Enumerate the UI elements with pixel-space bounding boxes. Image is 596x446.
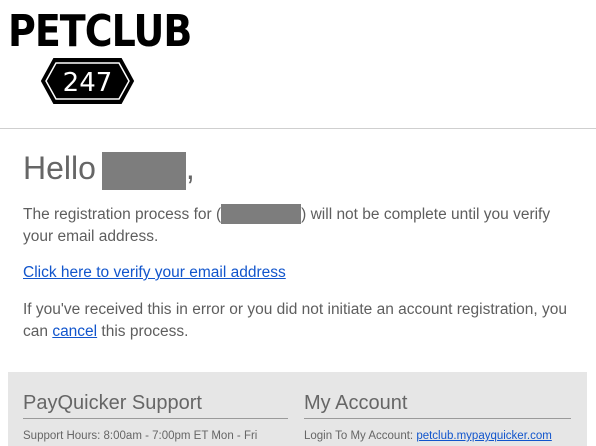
error-message: If you've received this in error or you … <box>23 299 583 343</box>
account-section: My Account Login To My Account: petclub.… <box>304 390 571 442</box>
logo-wordmark: PETCLUB <box>8 5 192 57</box>
login-link[interactable]: petclub.mypayquicker.com <box>416 430 552 442</box>
footer: PayQuicker Support Support Hours: 8:00am… <box>8 372 587 446</box>
petclub-logo: PETCLUB 247 <box>8 8 192 108</box>
greeting: Hello, <box>23 148 195 190</box>
verify-email-link[interactable]: Click here to verify your email address <box>23 262 286 284</box>
support-section: PayQuicker Support Support Hours: 8:00am… <box>23 390 288 442</box>
redacted-account <box>221 204 302 224</box>
logo-badge: 247 <box>40 58 135 104</box>
error-message-end: this process. <box>97 323 189 340</box>
greeting-hello: Hello <box>23 150 96 186</box>
login-label: Login To My Account: <box>304 430 417 442</box>
registration-message-start: The registration process for ( <box>23 206 222 223</box>
logo-badge-text: 247 <box>63 68 113 98</box>
account-login-line: Login To My Account: petclub.mypayquicke… <box>304 430 571 442</box>
registration-message: The registration process for () will not… <box>23 204 583 248</box>
cancel-link[interactable]: cancel <box>52 323 97 340</box>
account-heading: My Account <box>304 390 571 419</box>
support-hours: Support Hours: 8:00am - 7:00pm ET Mon - … <box>23 430 258 442</box>
redacted-name <box>101 151 186 190</box>
greeting-comma: , <box>185 150 195 186</box>
support-heading: PayQuicker Support <box>23 390 288 419</box>
header-divider <box>0 128 596 129</box>
